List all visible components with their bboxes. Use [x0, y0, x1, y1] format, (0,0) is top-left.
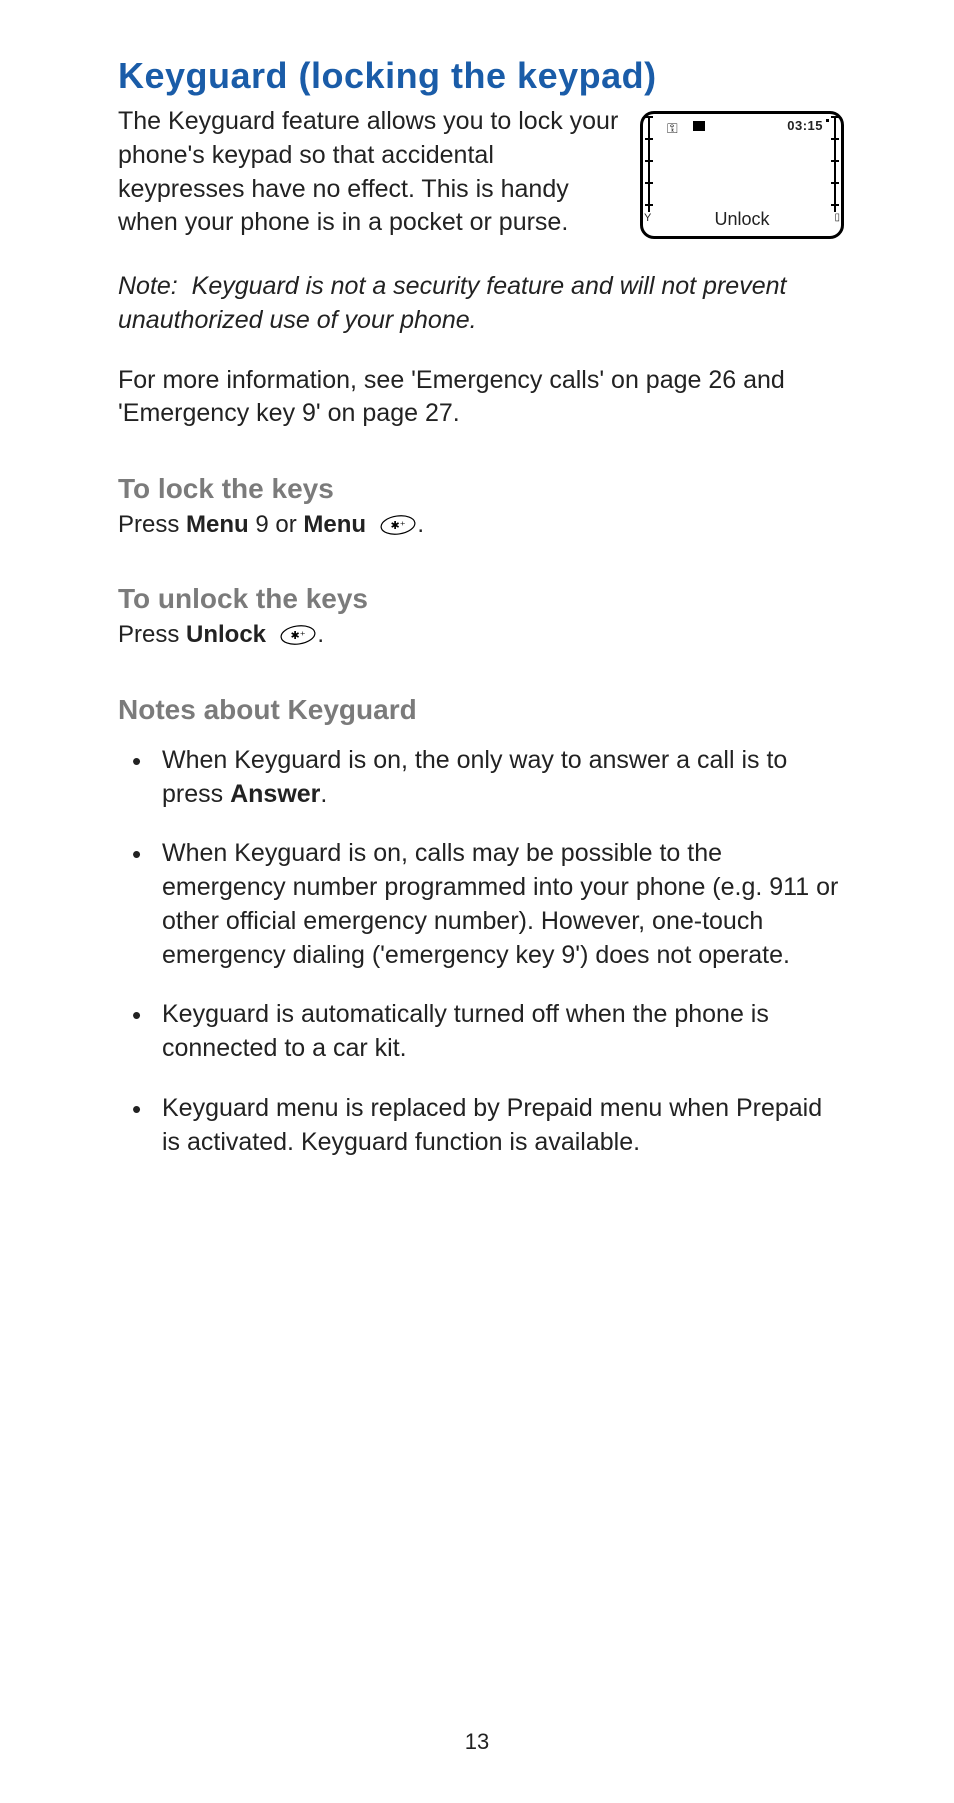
- text: When Keyguard is on, calls may be possib…: [162, 839, 838, 968]
- list-item: Keyguard menu is replaced by Prepaid men…: [118, 1092, 844, 1160]
- lock-instruction: Press Menu 9 or Menu ✱⁺.: [118, 509, 844, 541]
- clock-text: 03:15: [787, 118, 823, 133]
- unlock-instruction: Press Unlock ✱⁺.: [118, 619, 844, 651]
- note-label: Note:: [118, 272, 178, 300]
- text: .: [320, 780, 327, 808]
- svg-text:✱⁺: ✱⁺: [291, 630, 306, 642]
- text: Press: [118, 511, 186, 538]
- text: Keyguard menu is replaced by Prepaid men…: [162, 1094, 822, 1156]
- text: .: [417, 511, 424, 538]
- notes-list: When Keyguard is on, the only way to ans…: [118, 744, 844, 1160]
- key-lock-icon: ⚿: [667, 120, 678, 137]
- page-number: 13: [0, 1729, 954, 1755]
- answer-key-label: Answer: [230, 780, 320, 808]
- indicator-icon: [693, 121, 705, 131]
- list-item: When Keyguard is on, the only way to ans…: [118, 744, 844, 812]
- unlock-key-label: Unlock: [186, 621, 266, 648]
- section-heading: Keyguard (locking the keypad): [118, 55, 844, 97]
- svg-text:✱⁺: ✱⁺: [391, 520, 406, 532]
- text: Press: [118, 621, 186, 648]
- text: Keyguard is automatically turned off whe…: [162, 1000, 769, 1062]
- softkey-label: Unlock: [643, 209, 841, 230]
- crossref-paragraph: For more information, see 'Emergency cal…: [118, 364, 844, 432]
- note-body: Keyguard is not a security feature and w…: [118, 272, 786, 334]
- note-paragraph: Note: Keyguard is not a security feature…: [118, 270, 844, 338]
- menu-key-label: Menu: [186, 511, 249, 538]
- list-item: Keyguard is automatically turned off whe…: [118, 998, 844, 1066]
- unlock-heading: To unlock the keys: [118, 583, 844, 615]
- star-key-icon: ✱⁺: [279, 624, 317, 646]
- text: 9 or: [249, 511, 304, 538]
- lock-heading: To lock the keys: [118, 473, 844, 505]
- text: .: [317, 621, 324, 648]
- intro-block: Y ▯ ⚿ 03:15 Unlock The Keyguard feature …: [118, 105, 844, 240]
- manual-page: Keyguard (locking the keypad) Y ▯ ⚿ 03:1…: [0, 0, 954, 1803]
- menu-key-label: Menu: [303, 511, 366, 538]
- star-key-icon: ✱⁺: [379, 514, 417, 536]
- notes-heading: Notes about Keyguard: [118, 694, 844, 726]
- list-item: When Keyguard is on, calls may be possib…: [118, 837, 844, 972]
- phone-screen-illustration: Y ▯ ⚿ 03:15 Unlock: [640, 111, 844, 239]
